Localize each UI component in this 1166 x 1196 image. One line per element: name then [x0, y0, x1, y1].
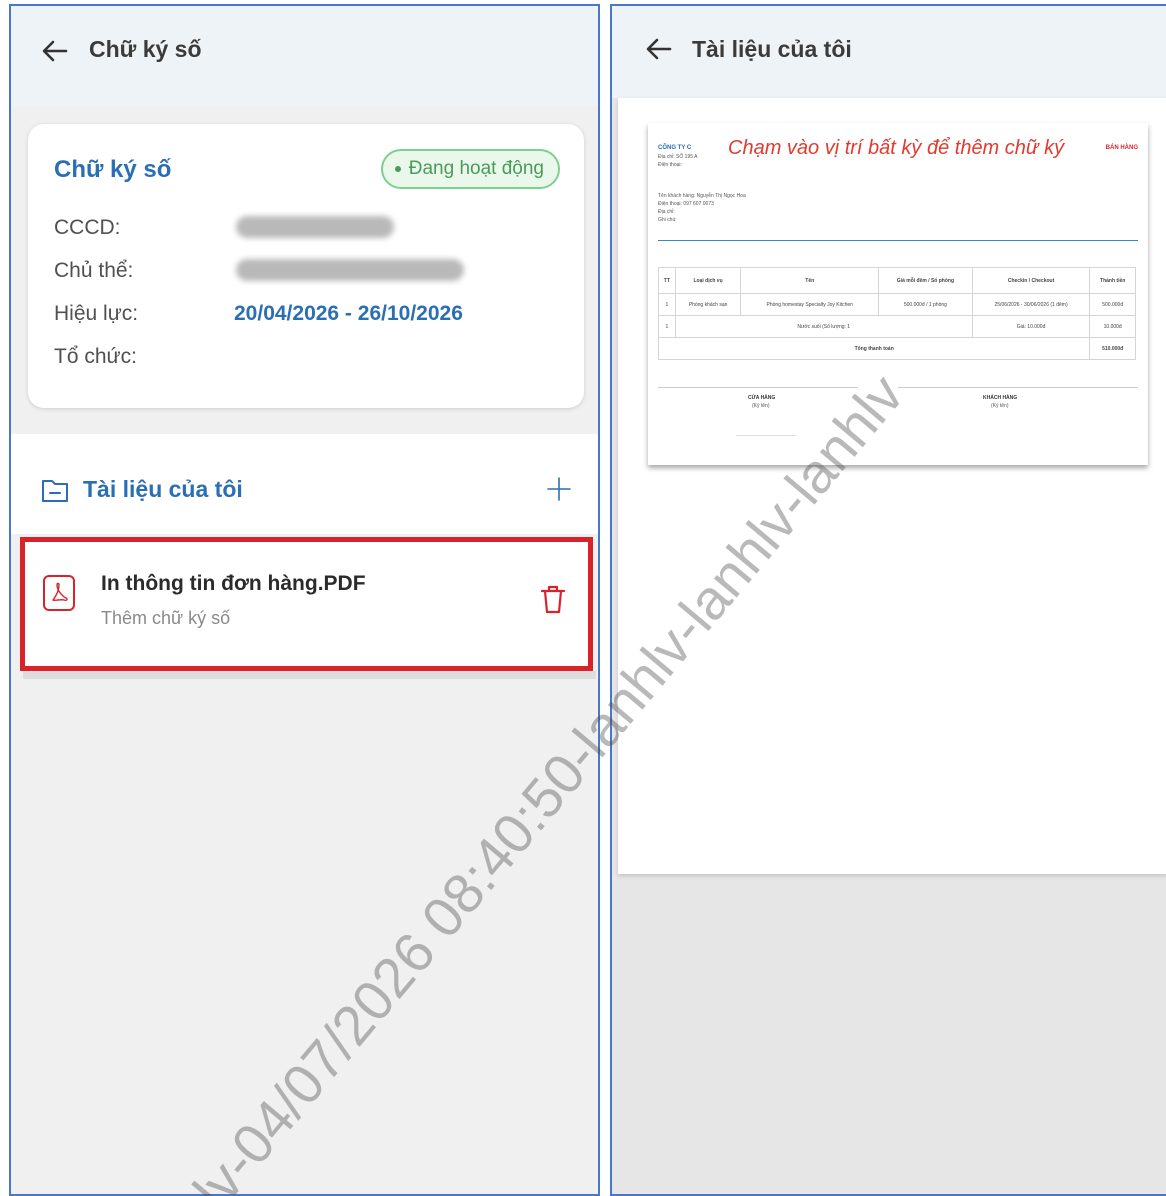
documents-title: Tài liệu của tôi — [83, 476, 243, 502]
company-name: CÔNG TY C — [658, 145, 692, 151]
sign-right-title: KHÁCH HÀNG — [983, 395, 1018, 401]
file-subtitle: Thêm chữ ký số — [101, 608, 231, 628]
list-item-shadow — [23, 671, 596, 679]
customer-note: Ghi chú: — [658, 217, 677, 223]
customer-address: Địa chỉ: — [658, 209, 675, 215]
table-header: Giá mỗi đêm / Số phòng — [878, 267, 973, 294]
company-phone: Điện thoại: — [658, 162, 682, 168]
customer-name: Tên khách hàng: Nguyễn Thị Ngọc Hoa — [658, 193, 746, 199]
total-value: 510.000đ — [1089, 337, 1136, 360]
table-header: TT — [658, 267, 676, 294]
table-cell: 10.000đ — [1089, 315, 1136, 338]
plus-icon[interactable] — [546, 476, 572, 502]
company-address: Địa chỉ: SỐ 195 A — [658, 154, 698, 160]
signature-hint: Chạm vào vị trí bất kỳ để thêm chữ ký — [728, 137, 1065, 159]
table-total-row: Tổng thanh toán 510.000đ — [657, 337, 1136, 360]
signature-divider-right — [898, 387, 1138, 388]
table-cell: Giá: 10.000đ — [971, 315, 1091, 338]
table-cell: 1 — [658, 293, 676, 316]
table-header-row: TT Loại dịch vụ Tên Giá mỗi đêm / Số phò… — [658, 267, 1136, 294]
page-title: Tài liệu của tôi — [692, 36, 852, 62]
id-value-redacted — [236, 216, 394, 238]
table-cell: 25/06/2026 - 30/06/2026 (1 đêm) — [971, 293, 1091, 316]
sign-right-note: (Ký tên) — [991, 403, 1009, 409]
document-canvas[interactable]: CÔNG TY C Địa chỉ: SỐ 195 A Điện thoại: … — [618, 98, 1166, 874]
table-cell: 1 — [658, 315, 676, 338]
table-header: Tên — [740, 267, 880, 294]
invoice-table: TT Loại dịch vụ Tên Giá mỗi đêm / Số phò… — [657, 267, 1136, 360]
organization-label: Tổ chức: — [54, 345, 137, 368]
customer-phone: Điện thoại: 097 607 0073 — [658, 201, 714, 207]
pdf-file-icon — [43, 575, 75, 611]
status-label: Đang hoạt động — [408, 158, 544, 179]
document-view-screen: Tài liệu của tôi CÔNG TY C Địa chỉ: SỐ 1… — [610, 4, 1166, 1196]
sign-left-note: (Ký tên) — [752, 403, 770, 409]
document-preview[interactable]: CÔNG TY C Địa chỉ: SỐ 195 A Điện thoại: … — [648, 123, 1148, 465]
validity-label: Hiệu lực: — [54, 302, 139, 325]
invoice-heading: BÁN HÀNG — [1105, 145, 1138, 151]
folder-icon — [42, 480, 68, 502]
subject-value-redacted — [236, 259, 464, 281]
table-cell: Nước suối (Số lượng: 1 — [674, 315, 973, 338]
id-label: CCCD: — [54, 216, 121, 239]
table-header: Thành tiền — [1089, 267, 1136, 294]
app-bar: Chữ ký số — [11, 6, 598, 106]
table-cell: Phòng homestay Specialty Joy Kitchen — [740, 293, 880, 316]
validity-value: 20/04/2026 - 26/10/2026 — [234, 302, 463, 325]
table-header: Checkin / Checkout — [971, 267, 1091, 294]
document-list-item[interactable]: In thông tin đơn hàng.PDF Thêm chữ ký số — [20, 537, 593, 671]
table-cell: 500.000đ — [1089, 293, 1136, 316]
page-title: Chữ ký số — [89, 36, 202, 62]
table-row: 1 Phòng khách sạn Phòng homestay Special… — [658, 293, 1136, 316]
signature-card: Chữ ký số Đang hoạt động CCCD: Chủ thể: … — [28, 124, 584, 408]
total-label: Tổng thanh toán — [657, 337, 1091, 360]
status-badge: Đang hoạt động — [380, 149, 560, 189]
card-title: Chữ ký số — [54, 156, 172, 183]
status-dot-icon — [394, 166, 401, 172]
documents-header: Tài liệu của tôi — [11, 434, 598, 534]
digital-signature-screen: Chữ ký số Chữ ký số Đang hoạt động CCCD:… — [9, 4, 600, 1196]
divider — [658, 240, 1138, 241]
table-cell: Phòng khách sạn — [674, 293, 742, 316]
file-name: In thông tin đơn hàng.PDF — [101, 572, 366, 595]
signature-divider-left — [658, 387, 858, 388]
back-arrow-icon[interactable] — [642, 32, 676, 66]
app-bar: Tài liệu của tôi — [612, 6, 1166, 98]
trash-icon[interactable] — [538, 582, 568, 616]
table-cell: 500.000đ / 1 phòng — [878, 293, 973, 316]
back-arrow-icon[interactable] — [38, 34, 72, 68]
subject-label: Chủ thể: — [54, 259, 134, 282]
table-header: Loại dịch vụ — [674, 267, 742, 294]
sign-left-title: CỬA HÀNG — [748, 395, 776, 401]
signature-line — [736, 435, 796, 436]
table-row: 1 Nước suối (Số lượng: 1 Giá: 10.000đ 10… — [658, 315, 1136, 338]
